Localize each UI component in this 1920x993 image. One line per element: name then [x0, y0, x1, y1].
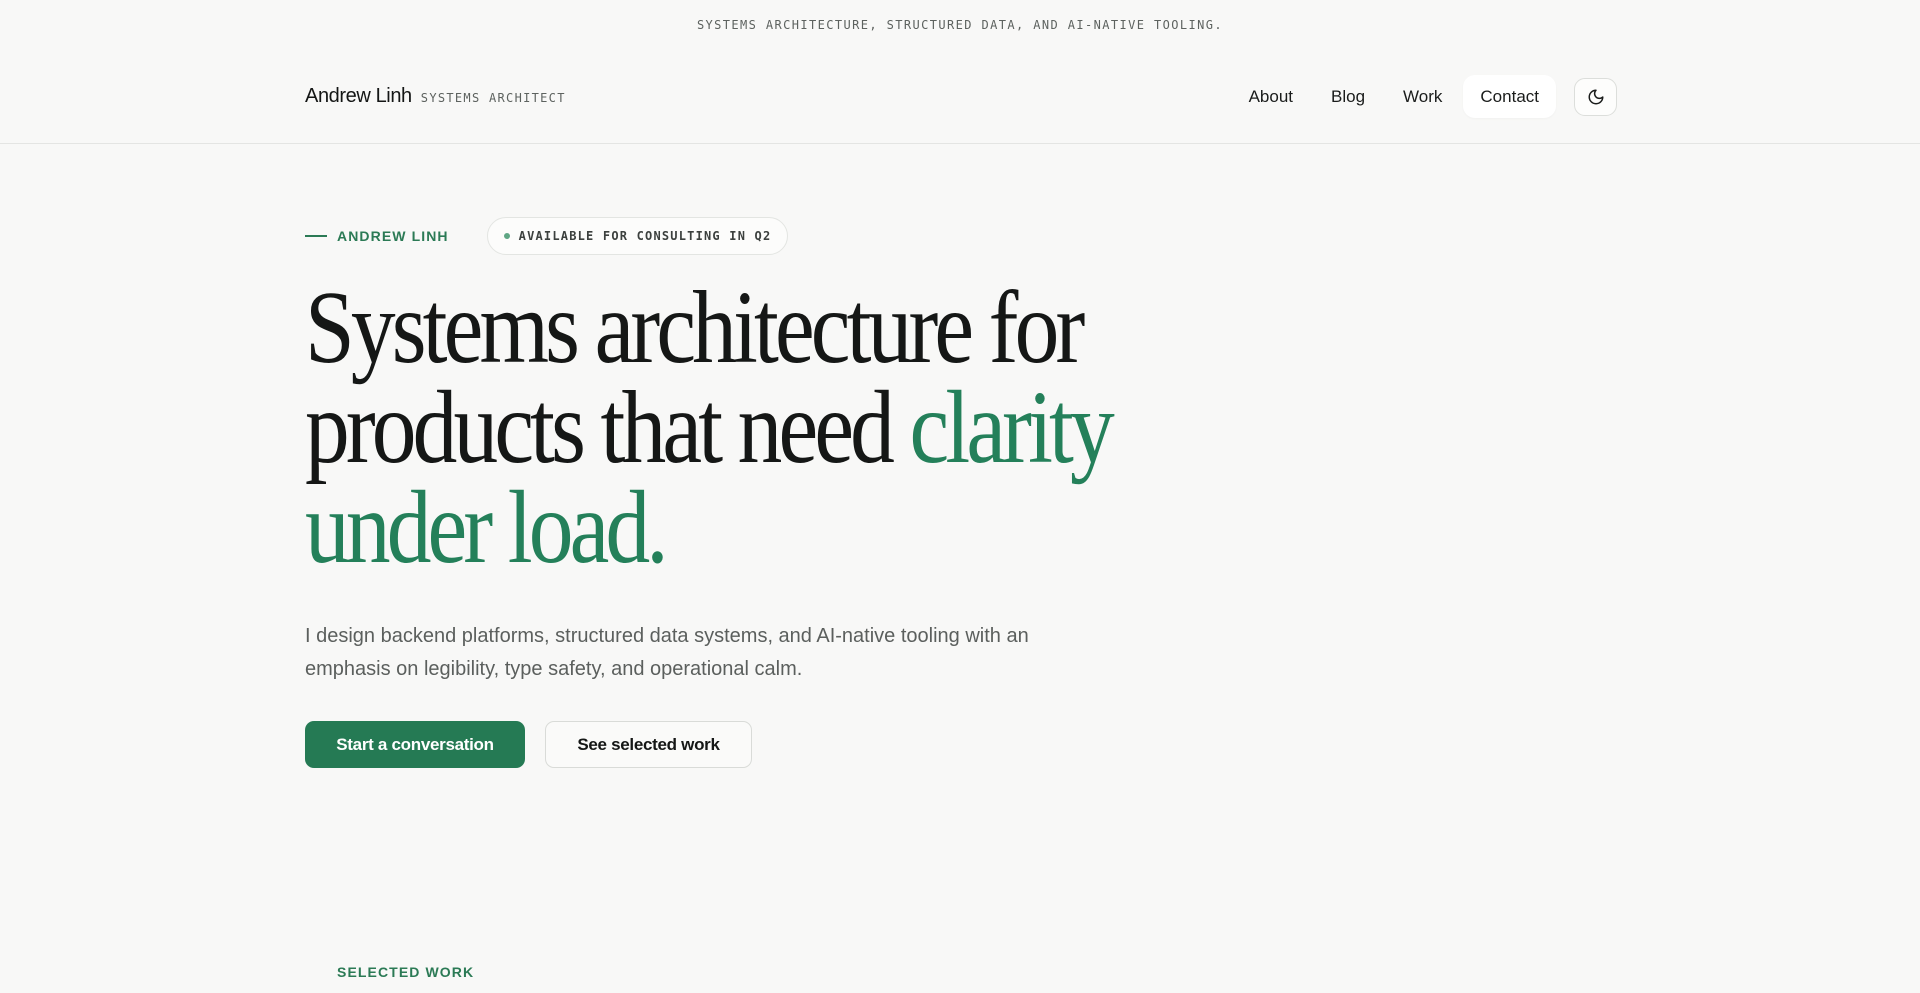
- start-conversation-button[interactable]: Start a conversation: [305, 721, 525, 768]
- nav-item-contact[interactable]: Contact: [1463, 75, 1556, 118]
- availability-text: AVAILABLE FOR CONSULTING IN Q2: [518, 229, 772, 243]
- status-dot-icon: [503, 233, 510, 239]
- moon-icon: [1588, 89, 1603, 104]
- hero-lede: I design backend platforms, structured d…: [305, 625, 1029, 680]
- hero-eyebrow: ANDREW LINH: [305, 228, 449, 244]
- hero-section: ANDREW LINH AVAILABLE FOR CONSULTING IN …: [0, 217, 1920, 980]
- nav-item-about[interactable]: About: [1232, 75, 1310, 118]
- headline-accent-2: under load.: [305, 470, 669, 585]
- brand[interactable]: Andrew Linh SYSTEMS ARCHITECT: [305, 85, 566, 108]
- theme-toggle-button[interactable]: [1574, 77, 1617, 116]
- eyebrow-label: ANDREW LINH: [337, 228, 449, 244]
- headline-accent-1: clarity: [909, 370, 1115, 485]
- brand-name[interactable]: Andrew Linh: [305, 85, 412, 108]
- headline-line-2: products that need: [305, 370, 910, 485]
- nav-item-blog[interactable]: Blog: [1314, 75, 1382, 118]
- hero-actions: Start a conversation See selected work: [305, 721, 1920, 768]
- brand-tagline: SYSTEMS ARCHITECT: [420, 91, 566, 105]
- eyebrow-rule: [305, 235, 327, 237]
- hero-headline: Systems architecture for products that n…: [305, 276, 1251, 580]
- availability-badge: AVAILABLE FOR CONSULTING IN Q2: [486, 217, 789, 255]
- announcement-bar: SYSTEMS ARCHITECTURE, STRUCTURED DATA, A…: [0, 0, 1920, 50]
- see-work-button[interactable]: See selected work: [545, 721, 752, 768]
- nav-item-work[interactable]: Work: [1386, 75, 1459, 118]
- site-header: Andrew Linh SYSTEMS ARCHITECT About Blog…: [0, 50, 1920, 144]
- main-nav: About Blog Work Contact: [1232, 75, 1617, 118]
- hero-eyebrow-row: ANDREW LINH AVAILABLE FOR CONSULTING IN …: [305, 217, 1920, 255]
- announcement-text: SYSTEMS ARCHITECTURE, STRUCTURED DATA, A…: [696, 18, 1224, 32]
- headline-line-1: Systems architecture for: [305, 270, 1085, 385]
- selected-work-label: SELECTED WORK: [337, 964, 475, 980]
